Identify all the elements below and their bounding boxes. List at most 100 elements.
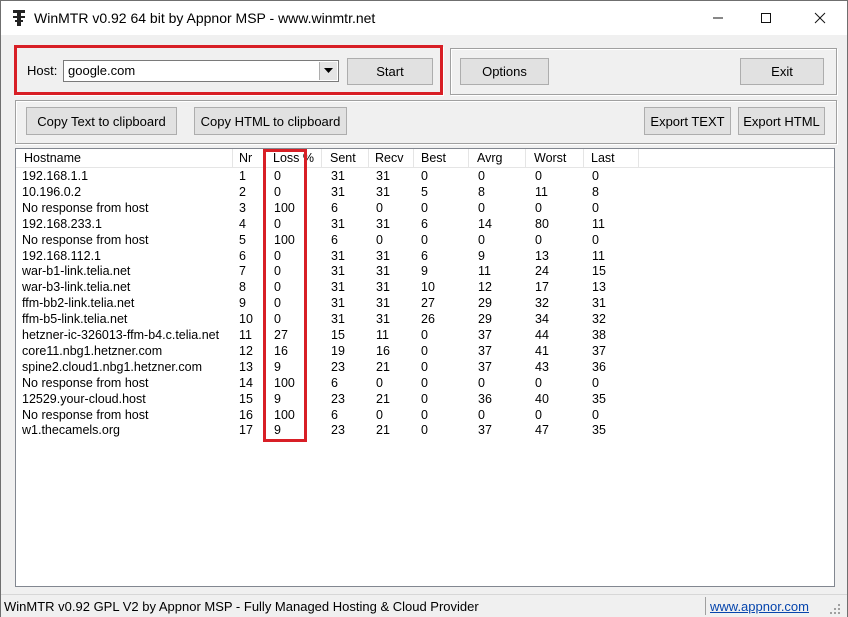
cell-nr: 14 <box>239 375 253 390</box>
cell-recv: 0 <box>376 407 383 422</box>
status-bar: WinMTR v0.92 GPL V2 by Appnor MSP - Full… <box>1 594 847 617</box>
cell-best: 10 <box>421 280 435 295</box>
exit-button[interactable]: Exit <box>740 58 824 85</box>
cell-nr: 8 <box>239 280 246 295</box>
results-table[interactable]: Hostname Nr Loss % Sent Recv Best Avrg W… <box>15 148 835 587</box>
cell-recv: 31 <box>376 312 390 327</box>
cell-avrg: 0 <box>478 232 485 247</box>
cell-hostname: No response from host <box>22 232 149 247</box>
maximize-button[interactable] <box>743 1 789 35</box>
col-header-recv[interactable]: Recv <box>375 151 403 165</box>
column-divider[interactable] <box>368 149 369 167</box>
export-html-label: Export HTML <box>743 113 820 129</box>
copy-html-button[interactable]: Copy HTML to clipboard <box>194 107 347 135</box>
cell-sent: 31 <box>331 312 345 327</box>
table-row[interactable]: war-b3-link.telia.net 8 0 31 31 10 12 17 13 <box>16 279 834 295</box>
table-row[interactable]: No response from host 16 100 6 0 0 0 0 0 <box>16 407 834 423</box>
cell-best: 0 <box>421 343 428 358</box>
cell-nr: 1 <box>239 169 246 183</box>
col-header-last[interactable]: Last <box>591 151 615 165</box>
cell-nr: 9 <box>239 296 246 311</box>
col-header-worst[interactable]: Worst <box>534 151 566 165</box>
table-row[interactable]: No response from host 3 100 6 0 0 0 0 0 <box>16 200 834 216</box>
table-row[interactable]: spine2.cloud1.nbg1.hetzner.com 13 9 23 21 0 37… <box>16 359 834 375</box>
cell-nr: 6 <box>239 248 246 263</box>
cell-worst: 11 <box>535 184 548 199</box>
table-row[interactable]: 192.168.233.1 4 0 31 31 6 14 80 11 <box>16 216 834 232</box>
cell-hostname: core11.nbg1.hetzner.com <box>22 343 163 358</box>
cell-hostname: 192.168.112.1 <box>22 248 102 263</box>
cell-worst: 34 <box>535 312 549 327</box>
cell-best: 0 <box>421 328 428 342</box>
column-divider[interactable] <box>525 149 526 167</box>
table-row[interactable]: No response from host 5 100 6 0 0 0 0 0 <box>16 232 834 248</box>
col-header-sent[interactable]: Sent <box>330 151 356 165</box>
table-row[interactable]: 192.168.112.1 6 0 31 31 6 9 13 11 <box>16 248 834 264</box>
cell-sent: 23 <box>331 391 345 406</box>
cell-recv: 31 <box>376 296 390 311</box>
table-row[interactable]: 192.168.1.1 1 0 31 31 0 0 0 0 <box>16 168 834 184</box>
table-row[interactable]: hetzner-ic-326013-ffm-b4.c.telia.net 11 27… <box>16 327 834 343</box>
cell-sent: 31 <box>331 264 345 279</box>
cell-worst: 0 <box>535 407 542 422</box>
column-divider[interactable] <box>232 149 233 167</box>
cell-worst: 40 <box>535 391 549 406</box>
cell-avrg: 8 <box>478 184 485 199</box>
title-bar[interactable]: WinMTR v0.92 64 bit by Appnor MSP - www.… <box>1 1 847 35</box>
cell-last: 35 <box>592 391 606 406</box>
export-html-button[interactable]: Export HTML <box>738 107 825 135</box>
cell-best: 0 <box>421 200 428 215</box>
appnor-link[interactable]: www.appnor.com <box>710 599 809 614</box>
table-row[interactable]: core11.nbg1.hetzner.com 12 16 19 16 0 37 41 37 <box>16 343 834 359</box>
column-divider[interactable] <box>638 149 639 167</box>
table-row[interactable]: ffm-b5-link.telia.net 10 0 31 31 26 29 34 32 <box>16 311 834 327</box>
minimize-button[interactable] <box>695 1 741 35</box>
cell-best: 27 <box>421 296 435 311</box>
cell-last: 11 <box>592 216 605 231</box>
table-row[interactable]: No response from host 14 100 6 0 0 0 0 0 <box>16 375 834 391</box>
column-divider[interactable] <box>413 149 414 167</box>
export-text-button[interactable]: Export TEXT <box>644 107 731 135</box>
col-header-hostname[interactable]: Hostname <box>24 151 81 165</box>
app-icon <box>13 10 25 26</box>
close-icon <box>814 12 826 24</box>
cell-avrg: 37 <box>478 359 492 374</box>
cell-sent: 31 <box>331 280 345 295</box>
cell-last: 15 <box>592 264 606 279</box>
options-button[interactable]: Options <box>460 58 549 85</box>
table-row[interactable]: ffm-bb2-link.telia.net 9 0 31 31 27 29 32 31 <box>16 295 834 311</box>
cell-recv: 21 <box>376 423 390 438</box>
cell-avrg: 29 <box>478 296 492 311</box>
cell-best: 0 <box>421 232 428 247</box>
col-header-avrg[interactable]: Avrg <box>477 151 502 165</box>
cell-last: 0 <box>592 407 599 422</box>
cell-recv: 16 <box>376 343 390 358</box>
column-divider[interactable] <box>321 149 322 167</box>
column-divider[interactable] <box>583 149 584 167</box>
cell-hostname: 192.168.233.1 <box>22 216 102 231</box>
cell-avrg: 0 <box>478 375 485 390</box>
cell-recv: 21 <box>376 359 390 374</box>
column-divider[interactable] <box>468 149 469 167</box>
cell-best: 5 <box>421 184 428 199</box>
cell-best: 6 <box>421 216 428 231</box>
table-row[interactable]: 12529.your-cloud.host 15 9 23 21 0 36 40 35 <box>16 391 834 407</box>
cell-nr: 11 <box>239 328 252 342</box>
cell-worst: 80 <box>535 216 549 231</box>
cell-recv: 0 <box>376 375 383 390</box>
size-grip-icon[interactable] <box>827 601 841 615</box>
copy-text-button[interactable]: Copy Text to clipboard <box>26 107 177 135</box>
options-button-label: Options <box>482 64 527 79</box>
cell-hostname: ffm-b5-link.telia.net <box>22 312 128 327</box>
cell-hostname: 10.196.0.2 <box>22 184 82 199</box>
close-button[interactable] <box>797 1 843 35</box>
cell-worst: 47 <box>535 423 549 438</box>
table-row[interactable]: 10.196.0.2 2 0 31 31 5 8 11 8 <box>16 184 834 200</box>
col-header-nr[interactable]: Nr <box>239 151 252 165</box>
col-header-best[interactable]: Best <box>421 151 446 165</box>
table-row[interactable]: w1.thecamels.org 17 9 23 21 0 37 47 35 <box>16 422 834 438</box>
table-row[interactable]: war-b1-link.telia.net 7 0 31 31 9 11 24 15 <box>16 263 834 279</box>
cell-avrg: 36 <box>478 391 492 406</box>
cell-worst: 0 <box>535 200 542 215</box>
cell-avrg: 37 <box>478 343 492 358</box>
